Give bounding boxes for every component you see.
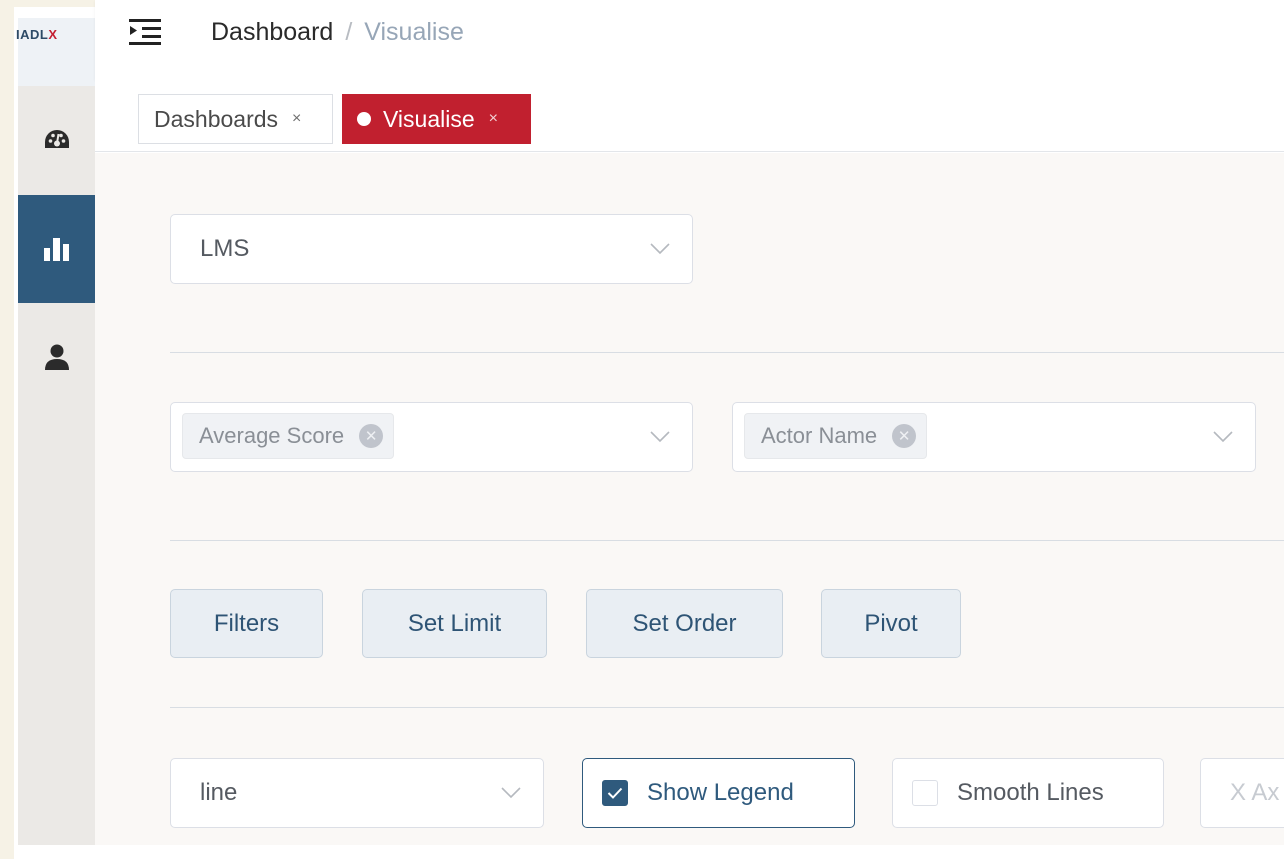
tab-dashboards[interactable]: Dashboards × [138, 94, 333, 144]
dimension-tag-label: Actor Name [761, 423, 878, 448]
tab-label: Visualise [383, 105, 475, 132]
bar-chart-icon [43, 238, 69, 261]
chevron-down-icon [650, 431, 670, 443]
tab-visualise[interactable]: Visualise × [342, 94, 531, 144]
dimension-tag: Actor Name ✕ [744, 413, 928, 459]
sidebar-item-visualise[interactable] [18, 195, 95, 303]
active-dot-icon [357, 112, 371, 126]
top-bar: Dashboard / Visualise [95, 0, 1284, 80]
sidebar-item-dashboard[interactable] [18, 86, 95, 194]
dimensions-select[interactable]: Actor Name ✕ [732, 402, 1256, 472]
chart-type-value: line [200, 779, 238, 806]
show-legend-label: Show Legend [647, 779, 794, 806]
measures-select[interactable]: Average Score ✕ [170, 402, 693, 472]
chevron-down-icon [1213, 431, 1233, 443]
logo-text: IADL [16, 27, 49, 42]
divider [170, 707, 1284, 708]
menu-toggle-icon[interactable] [129, 18, 161, 46]
logo-text-accent: X [48, 27, 58, 42]
breadcrumb-separator: / [345, 18, 353, 46]
breadcrumb-current: Visualise [364, 18, 464, 46]
divider [170, 352, 1284, 353]
smooth-lines-label: Smooth Lines [957, 779, 1104, 806]
tag-remove-icon[interactable]: ✕ [892, 424, 917, 448]
x-axis-select[interactable]: X Ax [1200, 758, 1284, 828]
chevron-down-icon [501, 787, 521, 799]
tab-close-icon[interactable]: × [489, 110, 498, 128]
sidebar-item-users[interactable] [18, 303, 95, 411]
smooth-lines-checkbox[interactable]: Smooth Lines [892, 758, 1164, 828]
pivot-button[interactable]: Pivot [821, 589, 961, 658]
dashboard-gauge-icon [44, 130, 69, 148]
main-content: LMS Average Score ✕ Actor Name ✕ Filters… [95, 153, 1284, 845]
filters-button[interactable]: Filters [170, 589, 323, 658]
divider [170, 540, 1284, 541]
chart-type-select[interactable]: line [170, 758, 544, 828]
checkbox-icon [912, 780, 938, 806]
set-order-button[interactable]: Set Order [586, 589, 783, 658]
logo: IADLX [16, 18, 95, 86]
sidebar: IADLX [16, 18, 95, 845]
tabs-bar: Dashboards × Visualise × [95, 80, 1284, 152]
breadcrumb: Dashboard / Visualise [211, 17, 464, 47]
tab-close-icon[interactable]: × [292, 110, 301, 128]
checkmark-icon [602, 780, 628, 806]
set-limit-button[interactable]: Set Limit [362, 589, 547, 658]
user-icon [44, 344, 69, 370]
measure-tag-label: Average Score [199, 423, 345, 448]
measure-tag: Average Score ✕ [182, 413, 395, 459]
breadcrumb-home[interactable]: Dashboard [211, 18, 333, 46]
tab-label: Dashboards [154, 105, 279, 132]
show-legend-checkbox[interactable]: Show Legend [582, 758, 855, 828]
chevron-down-icon [650, 243, 670, 255]
source-select[interactable]: LMS [170, 214, 693, 284]
source-select-value: LMS [200, 235, 250, 262]
tag-remove-icon[interactable]: ✕ [359, 424, 384, 448]
